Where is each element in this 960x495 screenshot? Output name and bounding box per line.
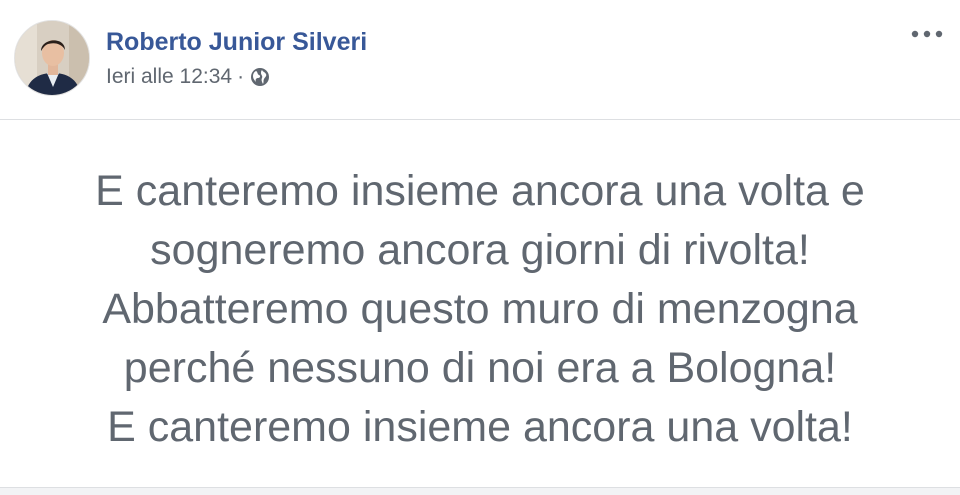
post-text-line: E canteremo insieme ancora una volta! [107,403,853,451]
globe-icon[interactable] [250,67,270,87]
avatar-image [15,21,89,95]
meta-separator: · [237,65,245,88]
author-avatar[interactable] [14,20,90,96]
post-text-line: Abbatteremo questo muro di menzogna [102,285,858,333]
post-header: Roberto Junior Silveri Ieri alle 12:34 · [0,0,960,120]
more-options-icon[interactable] [910,22,944,46]
post-body: E canteremo insieme ancora una volta e s… [0,120,960,487]
post-timestamp[interactable]: Ieri alle 12:34 [106,65,232,89]
post-footer-border [0,487,960,495]
post-meta: Ieri alle 12:34 · [106,64,270,90]
post-text-line: sogneremo ancora giorni di rivolta! [150,226,810,274]
author-name-link[interactable]: Roberto Junior Silveri [106,27,367,57]
post-text-line: E canteremo insieme ancora una volta e [95,167,865,215]
post-text-line: perché nessuno di noi era a Bologna! [123,344,837,392]
facebook-post: Roberto Junior Silveri Ieri alle 12:34 ·… [0,0,960,495]
